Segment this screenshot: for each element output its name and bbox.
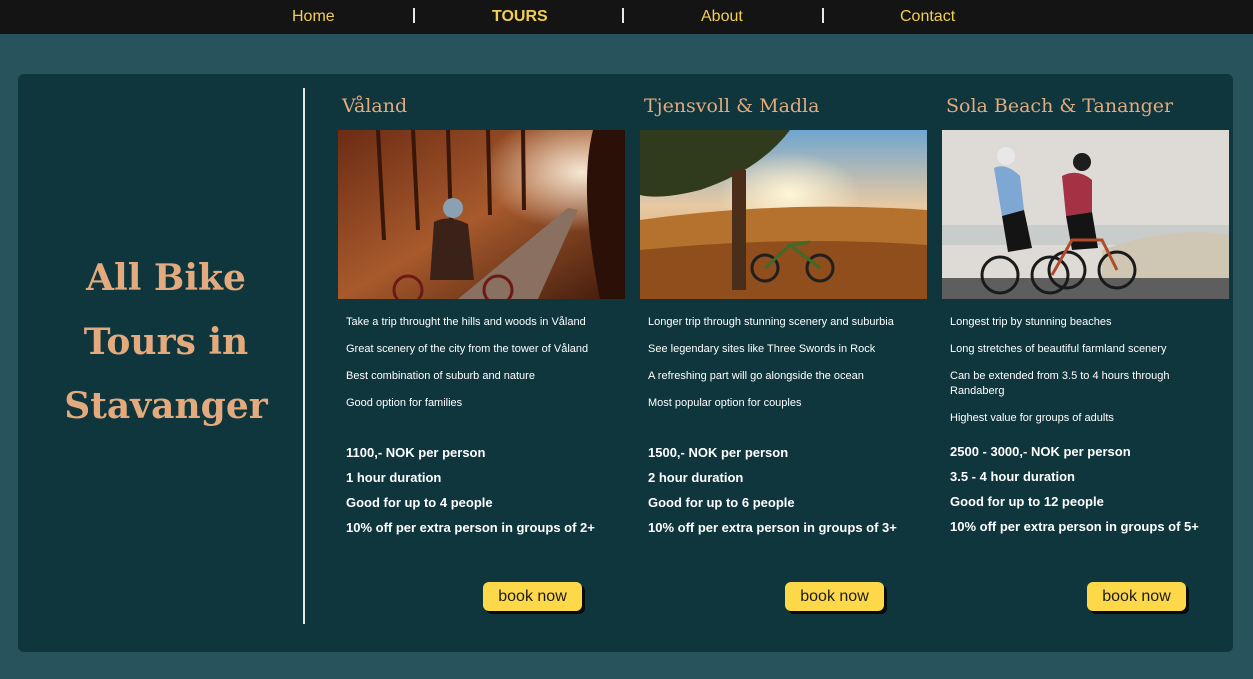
book-now-button[interactable]: book now	[483, 582, 582, 611]
tour-discount: 10% off per extra person in groups of 5+	[950, 519, 1199, 534]
tour-price: 2500 - 3000,- NOK per person	[950, 444, 1131, 459]
nav-separator	[622, 8, 624, 23]
vertical-divider	[303, 88, 305, 624]
nav-contact-link[interactable]: Contact	[900, 8, 955, 26]
nav-home-link[interactable]: Home	[292, 8, 335, 26]
tour-duration: 1 hour duration	[346, 470, 442, 485]
nav-tours-link[interactable]: TOURS	[492, 8, 548, 26]
tour-duration: 2 hour duration	[648, 470, 744, 485]
tour-feature: Highest value for groups of adults	[950, 412, 1114, 424]
tour-discount: 10% off per extra person in groups of 2+	[346, 520, 595, 535]
tour-feature: Best combination of suburb and nature	[346, 370, 535, 382]
tour-details: 1100,- NOK per person 1 hour duration Go…	[346, 445, 621, 545]
page-title: All Bike Tours in Stavanger	[46, 246, 286, 438]
tour-feature-list: Longer trip through stunning scenery and…	[648, 315, 923, 423]
tour-price: 1100,- NOK per person	[346, 445, 486, 460]
page-title-line: Tours in	[83, 321, 249, 363]
book-now-button[interactable]: book now	[1087, 582, 1186, 611]
tour-card-valand: Våland Take a trip throught the hills an…	[338, 74, 626, 652]
tour-feature: Longest trip by stunning beaches	[950, 316, 1112, 328]
tour-feature: Great scenery of the city from the tower…	[346, 343, 589, 355]
tour-capacity: Good for up to 12 people	[950, 494, 1104, 509]
tour-feature: A refreshing part will go alongside the …	[648, 370, 864, 382]
tour-details: 1500,- NOK per person 2 hour duration Go…	[648, 445, 923, 545]
tour-duration: 3.5 - 4 hour duration	[950, 469, 1075, 484]
tour-details: 2500 - 3000,- NOK per person 3.5 - 4 hou…	[950, 444, 1225, 544]
tour-feature: See legendary sites like Three Swords in…	[648, 343, 876, 355]
tour-price: 1500,- NOK per person	[648, 445, 789, 460]
tour-card-tjensvoll-madla: Tjensvoll & Madla Longer trip through st…	[640, 74, 928, 652]
tour-photo-cyclist-forest	[338, 130, 625, 299]
tour-feature: Longer trip through stunning scenery and…	[648, 316, 894, 328]
tour-feature: Long stretches of beautiful farmland sce…	[950, 343, 1167, 355]
tour-photo-bike-under-tree	[640, 130, 927, 299]
nav-about-link[interactable]: About	[701, 8, 743, 26]
tour-title: Tjensvoll & Madla	[644, 95, 820, 117]
tour-title: Våland	[342, 95, 408, 117]
tour-capacity: Good for up to 4 people	[346, 495, 493, 510]
book-now-button[interactable]: book now	[785, 582, 884, 611]
nav-separator	[822, 8, 824, 23]
page-title-line: All Bike	[86, 257, 246, 299]
top-navigation: Home TOURS About Contact	[0, 0, 1253, 34]
tours-panel: All Bike Tours in Stavanger Våland Take …	[18, 74, 1233, 652]
tour-feature-list: Longest trip by stunning beaches Long st…	[950, 315, 1225, 438]
tour-feature: Good option for families	[346, 397, 463, 409]
tour-feature: Most popular option for couples	[648, 397, 802, 409]
nav-separator	[413, 8, 415, 23]
tour-card-sola-tananger: Sola Beach & Tananger Longest trip by st…	[942, 74, 1230, 652]
tour-title: Sola Beach & Tananger	[946, 95, 1174, 117]
tour-photo-cyclists-beach	[942, 130, 1229, 299]
tour-feature-list: Take a trip throught the hills and woods…	[346, 315, 621, 423]
tour-feature: Take a trip throught the hills and woods…	[346, 316, 586, 328]
page-title-line: Stavanger	[64, 385, 268, 427]
tour-discount: 10% off per extra person in groups of 3+	[648, 520, 897, 535]
tour-capacity: Good for up to 6 people	[648, 495, 795, 510]
tour-feature: Can be extended from 3.5 to 4 hours thro…	[950, 370, 1170, 397]
